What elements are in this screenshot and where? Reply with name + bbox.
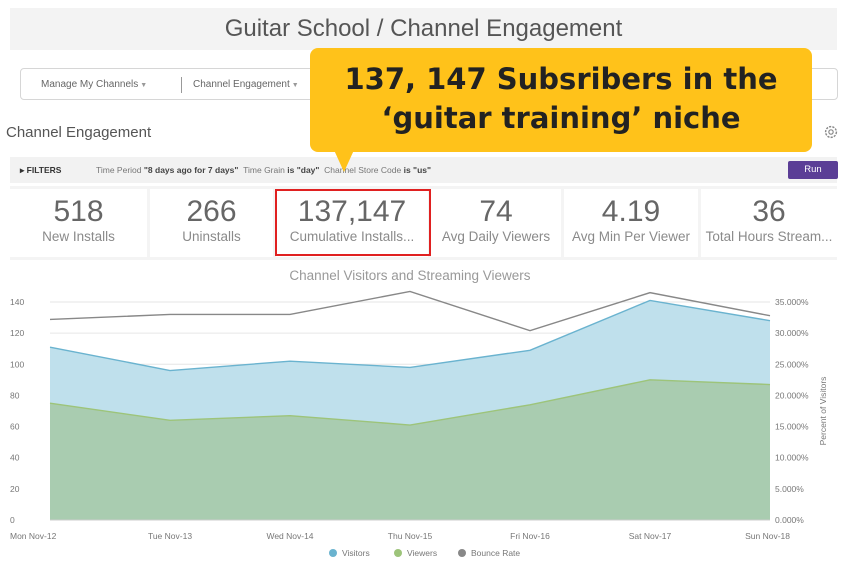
y-right-tick-label: 20.000% bbox=[775, 390, 809, 400]
callout-line-1: 137, 147 Subsribers in the bbox=[344, 62, 778, 96]
kpi-value: 36 bbox=[752, 195, 786, 228]
legend-marker bbox=[329, 549, 337, 557]
y-right-tick-label: 5.000% bbox=[775, 484, 804, 494]
filter-value: "us" bbox=[413, 165, 432, 175]
kpi-new-installs[interactable]: 518 New Installs bbox=[10, 189, 147, 257]
y-tick-label: 80 bbox=[10, 390, 20, 400]
legend-label: Visitors bbox=[342, 548, 370, 558]
nav-manage-my-channels[interactable]: Manage My Channels ▼ bbox=[41, 79, 147, 90]
kpi-label: Avg Daily Viewers bbox=[441, 229, 551, 244]
x-tick-label: Tue Nov-13 bbox=[148, 531, 192, 541]
kpi-value: 518 bbox=[53, 195, 104, 228]
filters-toggle[interactable]: ▸ FILTERS bbox=[20, 165, 61, 176]
kpi-value: 74 bbox=[479, 195, 513, 228]
filter-name: Time Grain bbox=[243, 165, 285, 175]
kpi-label: Avg Min Per Viewer bbox=[571, 229, 691, 244]
y-right-axis-label: Percent of Visitors bbox=[818, 377, 828, 446]
callout-line-2: ‘guitar training’ niche bbox=[381, 101, 741, 135]
y-tick-label: 20 bbox=[10, 484, 20, 494]
kpi-value: 4.19 bbox=[601, 195, 661, 228]
nav-label: Manage My Channels bbox=[41, 79, 139, 90]
x-tick-label: Sat Nov-17 bbox=[629, 531, 672, 541]
kpi-uninstalls[interactable]: 266 Uninstalls bbox=[150, 189, 273, 257]
filter-operator: is bbox=[403, 165, 411, 175]
y-right-tick-label: 0.000% bbox=[775, 515, 804, 525]
y-tick-label: 140 bbox=[10, 297, 24, 307]
callout-banner: 137, 147 Subsribers in the ‘guitar train… bbox=[310, 48, 812, 152]
filter-operator: is bbox=[287, 165, 295, 175]
y-right-tick-label: 25.000% bbox=[775, 359, 809, 369]
y-tick-label: 120 bbox=[10, 328, 24, 338]
chart-title: Channel Visitors and Streaming Viewers bbox=[289, 268, 530, 283]
kpi-label: Total Hours Stream... bbox=[705, 229, 833, 244]
run-button[interactable]: Run bbox=[788, 161, 838, 179]
kpi-label: New Installs bbox=[42, 229, 115, 244]
filters-bar: ▸ FILTERS Time Period "8 days ago for 7 … bbox=[10, 157, 838, 183]
y-right-tick-label: 15.000% bbox=[775, 422, 809, 432]
y-tick-label: 100 bbox=[10, 359, 24, 369]
engagement-chart: Channel Visitors and Streaming Viewers 0 2… bbox=[10, 268, 828, 558]
legend-label: Bounce Rate bbox=[471, 548, 520, 558]
kpi-avg-min-per-viewer[interactable]: 4.19 Avg Min Per Viewer bbox=[564, 189, 698, 257]
x-tick-label: Fri Nov-16 bbox=[510, 531, 550, 541]
kpi-total-hours-streamed[interactable]: 36 Total Hours Stream... bbox=[701, 189, 837, 257]
nav-separator bbox=[181, 77, 182, 93]
x-tick-label: Wed Nov-14 bbox=[266, 531, 313, 541]
x-tick-label: Sun Nov-18 bbox=[745, 531, 790, 541]
filters-label: FILTERS bbox=[26, 165, 62, 175]
y-tick-label: 60 bbox=[10, 422, 20, 432]
legend-marker bbox=[394, 549, 402, 557]
y-right-tick-label: 10.000% bbox=[775, 453, 809, 463]
y-right-tick-label: 30.000% bbox=[775, 328, 809, 338]
filter-value: "8 days ago for 7 days" bbox=[143, 165, 239, 175]
page-title: Guitar School / Channel Engagement bbox=[10, 8, 837, 50]
filter-name: Time Period bbox=[96, 165, 142, 175]
filters-summary: Time Period "8 days ago for 7 days" Time… bbox=[96, 165, 431, 175]
legend-marker bbox=[458, 549, 466, 557]
filter-value: "day" bbox=[296, 165, 320, 175]
gear-icon[interactable] bbox=[822, 123, 840, 141]
callout-pointer bbox=[334, 150, 354, 172]
section-title: Channel Engagement bbox=[6, 124, 152, 141]
kpi-label: Uninstalls bbox=[182, 229, 241, 244]
y-right-tick-label: 35.000% bbox=[775, 297, 809, 307]
kpi-value: 266 bbox=[186, 195, 237, 228]
x-tick-label: Thu Nov-15 bbox=[388, 531, 433, 541]
x-tick-label: Mon Nov-12 bbox=[10, 531, 57, 541]
y-tick-label: 0 bbox=[10, 515, 15, 525]
caret-down-icon: ▼ bbox=[140, 82, 148, 89]
y-tick-label: 40 bbox=[10, 453, 20, 463]
highlight-box bbox=[275, 189, 431, 256]
nav-channel-engagement[interactable]: Channel Engagement ▼ bbox=[193, 79, 299, 90]
nav-label: Channel Engagement bbox=[193, 79, 290, 90]
caret-down-icon: ▼ bbox=[291, 82, 299, 89]
kpi-avg-daily-viewers[interactable]: 74 Avg Daily Viewers bbox=[431, 189, 561, 257]
legend-label: Viewers bbox=[407, 548, 437, 558]
